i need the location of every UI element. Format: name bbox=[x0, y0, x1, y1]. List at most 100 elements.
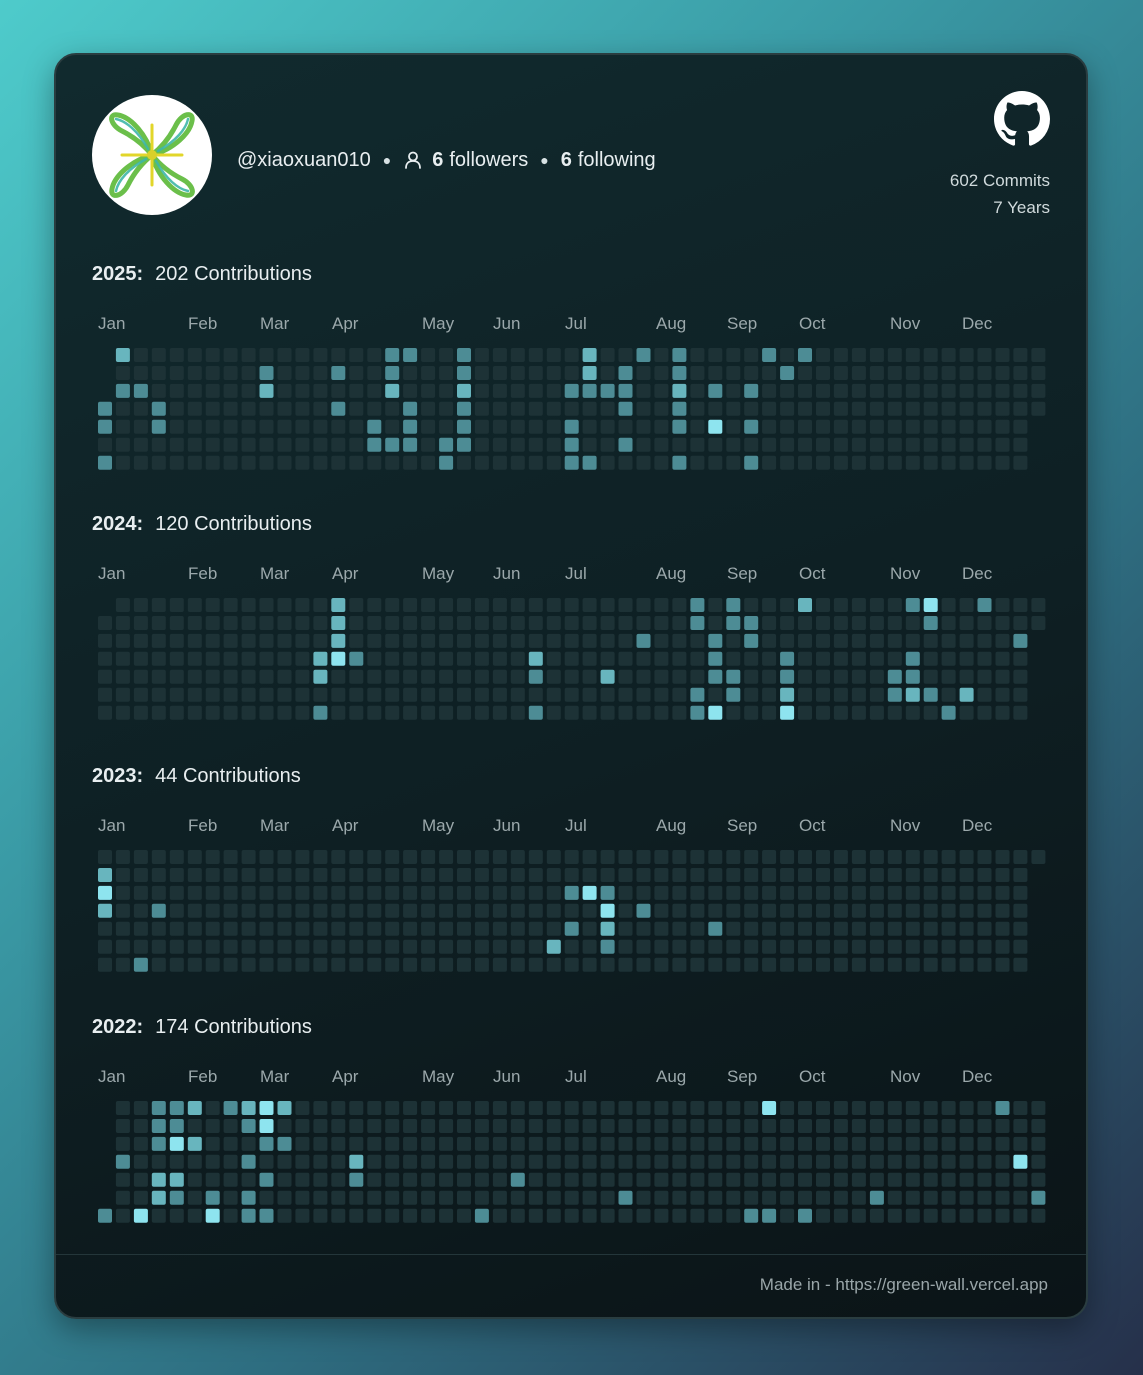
contribution-cell[interactable] bbox=[582, 939, 597, 954]
contribution-cell[interactable] bbox=[115, 850, 130, 864]
contribution-cell[interactable] bbox=[959, 687, 974, 702]
contribution-cell[interactable] bbox=[995, 868, 1010, 882]
contribution-cell[interactable] bbox=[887, 850, 902, 864]
contribution-cell[interactable] bbox=[277, 419, 292, 434]
contribution-cell[interactable] bbox=[439, 939, 454, 954]
contribution-cell[interactable] bbox=[762, 885, 777, 900]
contribution-cell[interactable] bbox=[780, 348, 795, 362]
contribution-cell[interactable] bbox=[941, 868, 956, 882]
contribution-cell[interactable] bbox=[708, 633, 723, 648]
contribution-cell[interactable] bbox=[403, 850, 418, 864]
contribution-cell[interactable] bbox=[618, 366, 633, 380]
contribution-cell[interactable] bbox=[744, 939, 759, 954]
contribution-cell[interactable] bbox=[905, 885, 920, 900]
contribution-cell[interactable] bbox=[780, 1190, 795, 1205]
contribution-cell[interactable] bbox=[654, 437, 669, 452]
contribution-cell[interactable] bbox=[187, 651, 202, 666]
contribution-cell[interactable] bbox=[744, 868, 759, 882]
contribution-cell[interactable] bbox=[726, 1154, 741, 1169]
contribution-cell[interactable] bbox=[349, 348, 364, 362]
contribution-cell[interactable] bbox=[977, 1190, 992, 1205]
contribution-cell[interactable] bbox=[439, 705, 454, 720]
contribution-cell[interactable] bbox=[833, 616, 848, 630]
contribution-cell[interactable] bbox=[295, 957, 310, 972]
contribution-cell[interactable] bbox=[259, 1190, 274, 1205]
contribution-cell[interactable] bbox=[115, 1172, 130, 1187]
contribution-cell[interactable] bbox=[708, 455, 723, 470]
contribution-cell[interactable] bbox=[349, 669, 364, 684]
contribution-cell[interactable] bbox=[798, 687, 812, 702]
contribution-cell[interactable] bbox=[457, 366, 471, 380]
contribution-cell[interactable] bbox=[259, 1208, 274, 1223]
contribution-cell[interactable] bbox=[959, 885, 974, 900]
contribution-cell[interactable] bbox=[995, 401, 1010, 416]
contribution-cell[interactable] bbox=[726, 598, 741, 612]
contribution-cell[interactable] bbox=[223, 1190, 238, 1205]
contribution-cell[interactable] bbox=[941, 348, 956, 362]
contribution-cell[interactable] bbox=[995, 651, 1010, 666]
contribution-cell[interactable] bbox=[457, 850, 471, 864]
contribution-cell[interactable] bbox=[187, 616, 202, 630]
contribution-cell[interactable] bbox=[528, 1208, 543, 1223]
contribution-cell[interactable] bbox=[726, 687, 741, 702]
contribution-cell[interactable] bbox=[726, 1172, 741, 1187]
contribution-cell[interactable] bbox=[887, 419, 902, 434]
contribution-cell[interactable] bbox=[421, 383, 436, 398]
contribution-cell[interactable] bbox=[457, 437, 471, 452]
contribution-cell[interactable] bbox=[816, 939, 830, 954]
contribution-cell[interactable] bbox=[313, 401, 328, 416]
contribution-cell[interactable] bbox=[259, 616, 274, 630]
contribution-cell[interactable] bbox=[457, 651, 471, 666]
contribution-cell[interactable] bbox=[510, 669, 525, 684]
contribution-cell[interactable] bbox=[726, 1136, 741, 1151]
contribution-cell[interactable] bbox=[349, 1190, 364, 1205]
contribution-cell[interactable] bbox=[995, 455, 1010, 470]
contribution-cell[interactable] bbox=[941, 651, 956, 666]
contribution-cell[interactable] bbox=[708, 1208, 723, 1223]
contribution-cell[interactable] bbox=[205, 1136, 220, 1151]
contribution-cell[interactable] bbox=[223, 419, 238, 434]
contribution-cell[interactable] bbox=[905, 1208, 920, 1223]
contribution-cell[interactable] bbox=[457, 1208, 471, 1223]
contribution-cell[interactable] bbox=[887, 1172, 902, 1187]
contribution-cell[interactable] bbox=[887, 957, 902, 972]
contribution-cell[interactable] bbox=[421, 651, 436, 666]
contribution-cell[interactable] bbox=[582, 903, 597, 918]
contribution-cell[interactable] bbox=[528, 419, 543, 434]
contribution-cell[interactable] bbox=[869, 383, 884, 398]
contribution-cell[interactable] bbox=[331, 598, 346, 612]
contribution-cell[interactable] bbox=[995, 903, 1010, 918]
contribution-cell[interactable] bbox=[313, 651, 328, 666]
contribution-cell[interactable] bbox=[98, 687, 112, 702]
contribution-cell[interactable] bbox=[636, 921, 651, 936]
contribution-cell[interactable] bbox=[457, 957, 471, 972]
contribution-cell[interactable] bbox=[403, 1119, 418, 1133]
contribution-cell[interactable] bbox=[941, 885, 956, 900]
contribution-cell[interactable] bbox=[115, 1119, 130, 1133]
contribution-cell[interactable] bbox=[313, 419, 328, 434]
contribution-cell[interactable] bbox=[241, 669, 256, 684]
contribution-cell[interactable] bbox=[708, 957, 723, 972]
contribution-cell[interactable] bbox=[385, 383, 400, 398]
contribution-cell[interactable] bbox=[941, 455, 956, 470]
contribution-cell[interactable] bbox=[905, 1154, 920, 1169]
contribution-cell[interactable] bbox=[690, 1190, 705, 1205]
contribution-cell[interactable] bbox=[923, 633, 938, 648]
contribution-cell[interactable] bbox=[421, 1190, 436, 1205]
contribution-cell[interactable] bbox=[492, 705, 507, 720]
contribution-cell[interactable] bbox=[169, 1172, 184, 1187]
contribution-cell[interactable] bbox=[744, 616, 759, 630]
contribution-cell[interactable] bbox=[816, 366, 830, 380]
contribution-cell[interactable] bbox=[869, 455, 884, 470]
contribution-cell[interactable] bbox=[295, 939, 310, 954]
contribution-cell[interactable] bbox=[349, 616, 364, 630]
contribution-cell[interactable] bbox=[367, 419, 382, 434]
contribution-cell[interactable] bbox=[869, 401, 884, 416]
contribution-cell[interactable] bbox=[367, 633, 382, 648]
contribution-cell[interactable] bbox=[726, 633, 741, 648]
contribution-cell[interactable] bbox=[295, 1172, 310, 1187]
contribution-cell[interactable] bbox=[887, 921, 902, 936]
contribution-cell[interactable] bbox=[905, 348, 920, 362]
contribution-cell[interactable] bbox=[780, 366, 795, 380]
contribution-cell[interactable] bbox=[205, 957, 220, 972]
